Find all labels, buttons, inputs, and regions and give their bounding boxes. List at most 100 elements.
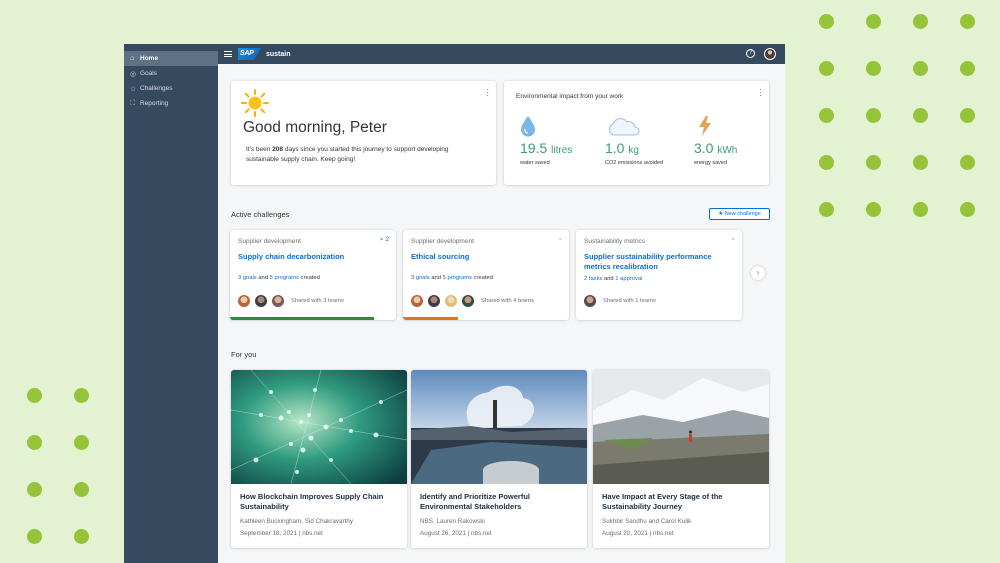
decor-dot bbox=[866, 108, 881, 123]
challenge-card[interactable]: Sustainability metrics ⌕ Supplier sustai… bbox=[576, 230, 742, 320]
decor-dot bbox=[960, 14, 975, 29]
decor-dot bbox=[913, 61, 928, 76]
help-icon[interactable]: ? bbox=[746, 49, 755, 58]
decor-dot bbox=[27, 388, 42, 403]
article-title[interactable]: Have Impact at Every Stage of the Sustai… bbox=[602, 492, 757, 511]
decor-dot bbox=[913, 155, 928, 170]
decor-dot bbox=[913, 14, 928, 29]
decor-dot bbox=[74, 482, 89, 497]
for-you-title: For you bbox=[231, 350, 257, 359]
more-icon[interactable]: · · · bbox=[759, 86, 762, 100]
decor-dot bbox=[819, 14, 834, 29]
lightning-icon bbox=[699, 116, 711, 136]
metric-label: energy saved bbox=[694, 160, 728, 166]
article-authors: Kathleen Buckingham, Sid Chakravarthy bbox=[240, 518, 354, 525]
decor-dot bbox=[866, 155, 881, 170]
sun-icon bbox=[241, 89, 269, 117]
star-add-icon: ★ bbox=[718, 211, 724, 217]
decor-dot bbox=[74, 435, 89, 450]
article-image bbox=[593, 370, 769, 484]
sidebar: ⌂ Home ◎ Goals ☆ Challenges ⛶ Reporting bbox=[124, 44, 218, 563]
water-drop-icon bbox=[521, 116, 535, 137]
challenge-category: Supplier development bbox=[238, 238, 301, 245]
tasks-link[interactable]: 2 tasks bbox=[584, 276, 602, 282]
avatar bbox=[461, 294, 475, 308]
metric-water: 19.5 litres water saved bbox=[520, 140, 572, 166]
shell-bar: SAP sustain ? bbox=[218, 44, 785, 64]
decor-dot bbox=[960, 155, 975, 170]
article-title[interactable]: Identify and Prioritize Powerful Environ… bbox=[420, 492, 575, 511]
days-count: 208 bbox=[272, 146, 284, 153]
challenge-card[interactable]: Supplier development ⌕ 2 Supply chain de… bbox=[230, 230, 396, 320]
decor-dot bbox=[819, 61, 834, 76]
decor-dot bbox=[866, 61, 881, 76]
comment-icon[interactable]: ⌕ 2 bbox=[380, 236, 389, 244]
article-authors: Sukhbir Sandhu and Carol Kulik bbox=[602, 518, 692, 525]
metric-energy: 3.0 kWh energy saved bbox=[694, 140, 737, 166]
comment-icon[interactable]: ⌕ bbox=[558, 236, 562, 244]
sap-logo: SAP bbox=[238, 48, 261, 60]
cloud-icon bbox=[608, 118, 640, 136]
challenge-meta: 3 goals and 5 programs created bbox=[238, 275, 320, 281]
challenge-meta: 2 tasks and 1 approval bbox=[584, 276, 643, 282]
article-card[interactable]: Identify and Prioritize Powerful Environ… bbox=[411, 370, 587, 548]
programs-link[interactable]: 5 programs bbox=[270, 275, 299, 281]
metric-co2: 1.0 kg CO2 emissions avoided bbox=[605, 140, 663, 166]
chart-icon: ⛶ bbox=[130, 99, 135, 107]
challenge-card[interactable]: Supplier development ⌕ Ethical sourcing … bbox=[403, 230, 569, 320]
team-avatars: Shared with 1 teams bbox=[583, 294, 656, 308]
challenge-title[interactable]: Supply chain decarbonization bbox=[238, 252, 388, 262]
carousel-next-button[interactable]: › bbox=[751, 266, 765, 280]
sidebar-item-label: Challenges bbox=[140, 85, 173, 92]
sidebar-item-label: Home bbox=[140, 55, 159, 62]
app-window: ⌂ Home ◎ Goals ☆ Challenges ⛶ Reporting … bbox=[124, 44, 785, 563]
article-title[interactable]: How Blockchain Improves Supply Chain Sus… bbox=[240, 492, 395, 511]
challenge-title[interactable]: Supplier sustainability performance metr… bbox=[584, 252, 734, 272]
decor-dot bbox=[866, 202, 881, 217]
impact-title: Environmental impact from your work bbox=[516, 93, 624, 100]
challenge-meta: 3 goals and 5 programs created bbox=[411, 275, 493, 281]
goals-link[interactable]: 3 goals bbox=[411, 275, 430, 281]
avatar bbox=[444, 294, 458, 308]
sidebar-item-label: Goals bbox=[140, 70, 157, 77]
goals-link[interactable]: 3 goals bbox=[238, 275, 257, 281]
metric-label: CO2 emissions avoided bbox=[605, 160, 664, 166]
user-avatar[interactable] bbox=[764, 48, 776, 60]
decor-dot bbox=[960, 61, 975, 76]
shared-with: Shared with 4 teams bbox=[481, 298, 534, 304]
decor-dot bbox=[27, 435, 42, 450]
target-icon: ◎ bbox=[130, 70, 137, 78]
more-icon[interactable]: · · · bbox=[486, 86, 489, 100]
sidebar-item-home[interactable]: ⌂ Home bbox=[124, 51, 218, 66]
metric-value: 19.5 bbox=[520, 140, 548, 156]
app-name: sustain bbox=[266, 50, 291, 58]
avatar bbox=[427, 294, 441, 308]
decor-dot bbox=[913, 108, 928, 123]
article-card[interactable]: Have Impact at Every Stage of the Sustai… bbox=[593, 370, 769, 548]
decor-dot bbox=[27, 529, 42, 544]
decor-dot bbox=[866, 14, 881, 29]
challenge-title[interactable]: Ethical sourcing bbox=[411, 252, 561, 262]
greeting-title: Good morning, Peter bbox=[243, 119, 387, 136]
metric-unit: kg bbox=[628, 145, 639, 156]
article-card[interactable]: How Blockchain Improves Supply Chain Sus… bbox=[231, 370, 407, 548]
sidebar-item-reporting[interactable]: ⛶ Reporting bbox=[124, 96, 218, 111]
programs-link[interactable]: 5 programs bbox=[443, 275, 472, 281]
approval-link[interactable]: 1 approval bbox=[615, 276, 642, 282]
avatar bbox=[237, 294, 251, 308]
article-date: August 20, 2021 | nbs.net bbox=[602, 530, 674, 537]
decor-dot bbox=[819, 108, 834, 123]
menu-icon[interactable] bbox=[224, 51, 232, 57]
sidebar-item-challenges[interactable]: ☆ Challenges bbox=[124, 81, 218, 96]
impact-card: Environmental impact from your work · · · … bbox=[504, 81, 769, 185]
main-content: · · · Good morning, Peter It's been 208 da… bbox=[218, 64, 785, 563]
avatar bbox=[410, 294, 424, 308]
sidebar-item-goals[interactable]: ◎ Goals bbox=[124, 66, 218, 81]
article-date: September 18, 2021 | nbs.net bbox=[240, 530, 323, 537]
active-challenges-title: Active challenges bbox=[231, 210, 290, 219]
comment-icon[interactable]: ⌕ bbox=[731, 236, 735, 244]
new-challenge-button[interactable]: ★ New challenge bbox=[709, 208, 770, 220]
progress-bar bbox=[230, 317, 375, 320]
comment-count: 2 bbox=[385, 236, 389, 243]
metric-unit: kWh bbox=[717, 145, 738, 156]
